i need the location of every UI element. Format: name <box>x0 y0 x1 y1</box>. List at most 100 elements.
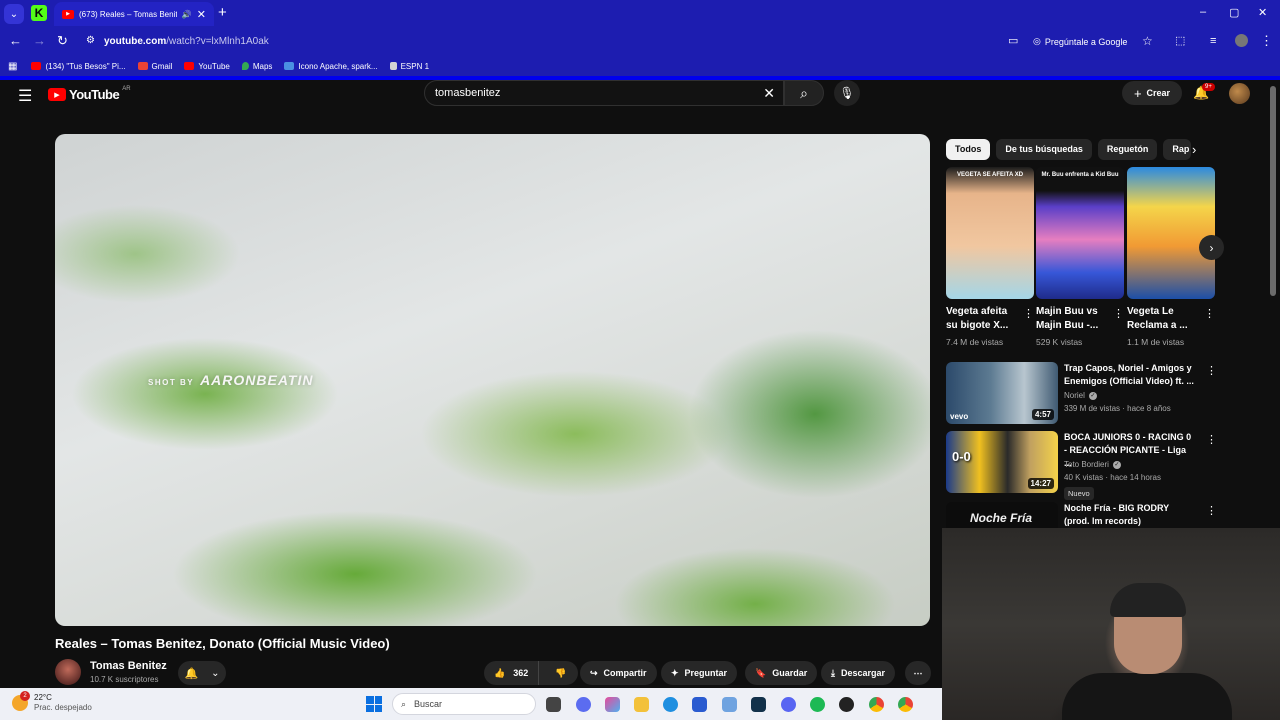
thumbs-up-icon: 👍 <box>494 667 506 678</box>
more-options-icon[interactable]: ⋮ <box>1206 433 1217 446</box>
reload-icon[interactable]: ↻ <box>57 34 68 48</box>
bookmark-item[interactable]: Gmail <box>137 62 172 71</box>
chrome-icon[interactable] <box>898 697 913 712</box>
bookmark-item[interactable]: Icono Apache, spark... <box>284 62 378 71</box>
close-window-button[interactable]: ✕ <box>1258 6 1267 19</box>
minimize-button[interactable]: – <box>1200 6 1206 18</box>
search-icon: ⌕ <box>800 84 808 101</box>
chip-reggaeton[interactable]: Reguetón <box>1097 139 1158 160</box>
share-button[interactable]: ↪ Compartir <box>580 661 657 685</box>
file-explorer-icon[interactable] <box>634 697 649 712</box>
forward-icon[interactable]: → <box>33 34 46 48</box>
maximize-button[interactable]: ▢ <box>1229 6 1239 19</box>
search-button[interactable]: ⌕ <box>784 80 824 106</box>
speaker-icon[interactable]: 🔊 <box>182 10 192 19</box>
save-button[interactable]: 🔖 Guardar <box>745 661 818 685</box>
browser-menu-icon[interactable]: ⋮ <box>1260 34 1273 48</box>
short-item[interactable]: Vegeta Le Reclama a ... 1.1 M de vistas … <box>1127 167 1215 347</box>
browser-toolbar: ← → ↻ ⚙ youtube.com/watch?v=lxMlnh1A0ak … <box>0 28 1280 56</box>
more-options-icon[interactable]: ⋮ <box>1206 504 1217 517</box>
clear-search-icon[interactable]: ✕ <box>763 85 775 102</box>
recommended-video[interactable]: Noche Fría Noche Fría - BIG RODRY (prod.… <box>946 502 1246 528</box>
spotify-icon[interactable] <box>810 697 825 712</box>
short-item[interactable]: Mr. Buu enfrenta a Kid Buu Majin Buu vs … <box>1036 167 1124 347</box>
person-body <box>1062 673 1232 720</box>
bookmark-star-icon[interactable]: ☆ <box>1142 34 1153 48</box>
profile-avatar[interactable] <box>1235 34 1248 47</box>
cast-icon[interactable]: ▭ <box>1008 34 1018 48</box>
chevron-right-icon: › <box>1209 240 1214 255</box>
more-options-icon[interactable]: ⋮ <box>1204 307 1215 320</box>
channel-avatar[interactable] <box>55 659 81 685</box>
channel-name[interactable]: Tomas Benitez <box>90 660 167 672</box>
ask-button[interactable]: ✦ Preguntar <box>661 661 738 685</box>
tab-close-icon[interactable]: ✕ <box>197 8 206 21</box>
store-icon[interactable] <box>692 697 707 712</box>
page-scrollbar[interactable] <box>1270 86 1276 296</box>
reading-list-icon[interactable]: ≡ <box>1210 34 1216 48</box>
video-title: Noche Fría - BIG RODRY (prod. lm records… <box>1064 503 1170 526</box>
account-avatar[interactable] <box>1229 83 1250 104</box>
save-label: Guardar <box>772 668 808 678</box>
recommended-video[interactable]: vevo 4:57 Trap Capos, Noriel - Amigos y … <box>946 362 1246 424</box>
recommended-video[interactable]: 0-0 14:27 BOCA JUNIORS 0 - RACING 0 - RE… <box>946 431 1246 500</box>
create-button[interactable]: + Crear <box>1122 81 1182 105</box>
taskbar-search-placeholder: Buscar <box>414 699 443 709</box>
chip-all[interactable]: Todos <box>946 139 991 160</box>
subscription-bell-button[interactable]: 🔔 ⌄ <box>178 661 226 685</box>
tab-search-chevron-icon[interactable]: ⌄ <box>4 4 24 24</box>
chrome-icon[interactable] <box>869 697 884 712</box>
chip-from-searches[interactable]: De tus búsquedas <box>996 139 1092 160</box>
task-view-icon[interactable] <box>546 697 561 712</box>
windows-start-icon[interactable] <box>366 696 382 712</box>
edge-icon[interactable] <box>663 697 678 712</box>
bookmark-item[interactable]: (134) "Tus Besos" Pi... <box>31 61 126 71</box>
discord-icon[interactable] <box>781 697 796 712</box>
back-icon[interactable]: ← <box>9 34 22 48</box>
dislike-button[interactable]: 👎 <box>545 668 576 679</box>
tab-youtube[interactable]: ▶ (673) Reales – Tomas Benite 🔊 ✕ <box>54 2 214 26</box>
extensions-icon[interactable]: ⬚ <box>1175 34 1185 48</box>
weather-condition: Prac. despejado <box>34 703 92 712</box>
app-icon[interactable] <box>751 697 766 712</box>
video-player[interactable]: SHOT BY AARONBEATIN <box>55 134 930 626</box>
more-options-icon[interactable]: ⋮ <box>1113 307 1124 320</box>
more-options-icon[interactable]: ⋮ <box>1206 364 1217 377</box>
apps-grid-icon[interactable]: ▦ <box>8 61 17 72</box>
sun-icon: 2 <box>12 691 30 711</box>
short-thumbnail <box>1127 167 1215 299</box>
weather-badge: 2 <box>20 691 30 701</box>
taskbar-search[interactable]: ⌕ Buscar <box>392 693 536 715</box>
bookmark-label: (134) "Tus Besos" Pi... <box>45 61 126 71</box>
ask-google-label: Pregúntale a Google <box>1044 36 1128 47</box>
chip-rap[interactable]: Rap <box>1163 139 1192 160</box>
more-options-icon[interactable]: ⋮ <box>1023 307 1034 320</box>
address-bar[interactable]: youtube.com/watch?v=lxMlnh1A0ak <box>104 36 269 47</box>
shorts-next-button[interactable]: › <box>1199 235 1224 260</box>
bookmark-item[interactable]: YouTube <box>184 62 230 71</box>
chevron-right-icon[interactable]: › <box>1192 142 1196 157</box>
kick-tab-icon[interactable]: K <box>31 5 47 21</box>
voice-search-button[interactable]: 🎙 <box>834 80 860 106</box>
short-item[interactable]: VEGETA SE AFEITA XD Vegeta afeita su big… <box>946 167 1034 347</box>
ask-google-button[interactable]: ◎ Pregúntale a Google <box>1033 36 1127 47</box>
create-label: Crear <box>1146 88 1171 98</box>
bookmark-item[interactable]: Maps <box>241 62 272 71</box>
weather-widget[interactable]: 2 22°C Prac. despejado <box>12 691 92 713</box>
short-thumbnail: VEGETA SE AFEITA XD <box>946 167 1034 299</box>
menu-icon[interactable]: ☰ <box>18 86 32 106</box>
new-tab-button[interactable]: + <box>218 5 227 21</box>
bookmark-item[interactable]: ESPN 1 <box>389 62 429 71</box>
copilot-icon[interactable] <box>576 697 591 712</box>
site-info-icon[interactable]: ⚙ <box>86 34 95 48</box>
more-actions-button[interactable]: ⋯ <box>905 661 931 685</box>
app-icon[interactable] <box>722 697 737 712</box>
app-icon[interactable] <box>839 697 854 712</box>
widgets-icon[interactable] <box>605 697 620 712</box>
youtube-logo[interactable]: ▶ YouTube AR <box>48 86 131 102</box>
search-input[interactable]: tomasbenitez ✕ <box>424 80 784 106</box>
download-button[interactable]: ⤓ Descargar <box>821 661 896 685</box>
ask-label: Preguntar <box>684 668 728 678</box>
like-button[interactable]: 👍 362 <box>484 661 540 685</box>
youtube-header: ☰ ▶ YouTube AR tomasbenitez ✕ ⌕ 🎙 + Crear… <box>0 80 1280 108</box>
